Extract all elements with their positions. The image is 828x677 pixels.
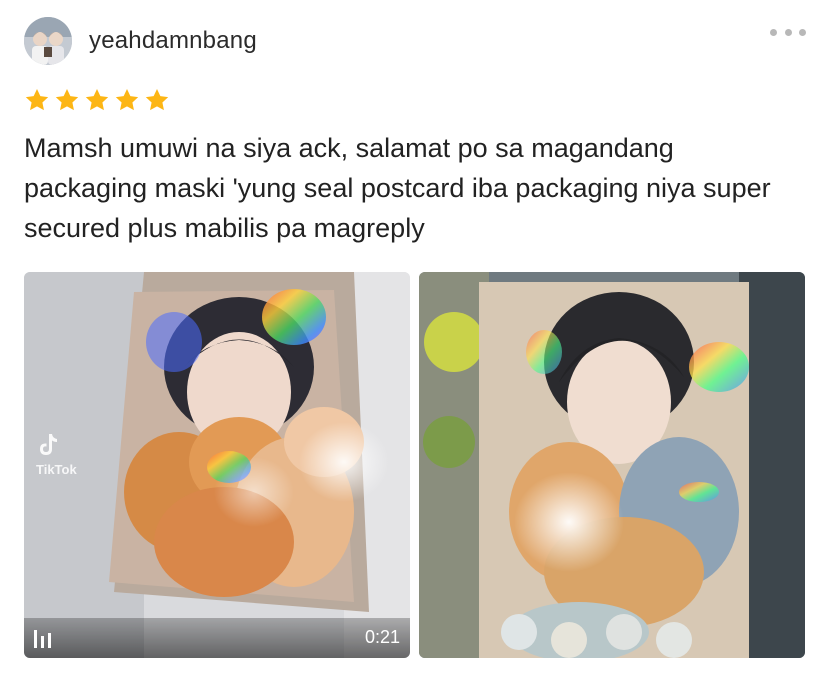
star-icon [85,88,109,111]
star-rating [24,87,170,113]
star-icon [55,88,79,111]
more-dot [799,28,806,36]
tiktok-watermark-label: TikTok [36,462,77,477]
username[interactable]: yeahdamnbang [89,27,257,55]
avatar[interactable] [24,17,72,65]
star-icon [115,88,139,111]
review-text: Mamsh umuwi na siya ack, salamat po sa m… [24,133,771,243]
more-options-button[interactable] [770,24,806,40]
star-icon [25,88,49,111]
review-header: yeahdamnbang [24,16,257,66]
more-dot [784,28,792,36]
review-card: yeahdamnbang Mamsh umuwi na siya ack, sa… [0,0,828,677]
more-dots-icon [770,28,777,36]
photo-image [419,272,805,658]
tiktok-watermark: TikTok [36,432,176,492]
video-duration: 0:21 [364,627,400,647]
avatar-image [24,17,72,65]
tiktok-icon [40,434,57,455]
video-bars-icon [34,630,51,648]
star-icon [145,88,169,111]
review-photo-thumbnail[interactable] [419,272,805,658]
review-video-thumbnail[interactable]: TikTok 0:21 [24,272,410,658]
video-control-bar [24,618,410,658]
media-gallery: TikTok 0:21 [24,272,805,658]
